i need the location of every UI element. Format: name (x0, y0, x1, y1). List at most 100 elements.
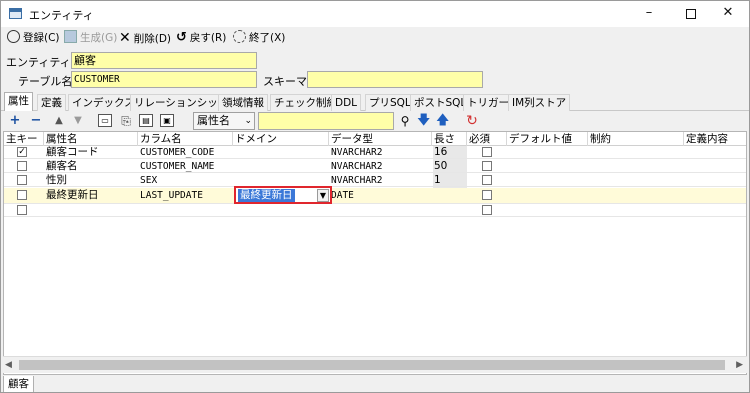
required-checkbox[interactable] (482, 205, 492, 215)
grid-toolbar: + − ▲ ▼ ▭ ⎘ ▤ ▣ 属性名 ⌄ ⚲ 🡇 🡅 ↻ (1, 111, 749, 131)
data-type-cell[interactable]: DATE (329, 189, 354, 202)
domain-select[interactable]: 最終更新日 ▼ (234, 186, 332, 204)
close-button[interactable]: ✕ (708, 4, 748, 24)
domain-select-value: 最終更新日 (238, 189, 295, 202)
window-title: エンティティ (29, 9, 94, 22)
length-cell[interactable]: 16 (432, 146, 447, 159)
entity-document-tab[interactable]: 顧客 (3, 376, 34, 392)
col-header-length[interactable]: 長さ (432, 132, 467, 146)
delete-label: 削除(D) (133, 33, 172, 45)
revert-button[interactable]: ↺ 戻す(R) (176, 29, 226, 47)
insert-row-icon[interactable]: ▭ (98, 114, 112, 127)
col-header-column-name[interactable]: カラム名 (138, 132, 233, 146)
domain-cell[interactable] (233, 204, 235, 217)
exit-button[interactable]: 終了(X) (233, 29, 285, 47)
remove-row-button[interactable]: − (29, 113, 43, 129)
move-down-button[interactable]: ▼ (72, 113, 84, 129)
undo-icon: ↺ (176, 30, 187, 45)
data-type-cell[interactable]: NVARCHAR2 (329, 146, 382, 159)
length-cell[interactable]: 50 (432, 160, 447, 173)
attribute-name-cell[interactable]: 顧客コード (44, 146, 99, 159)
length-cell[interactable] (432, 189, 434, 202)
chevron-down-icon[interactable]: ▼ (317, 189, 329, 202)
data-type-cell[interactable]: NVARCHAR2 (329, 174, 382, 187)
domain-cell[interactable] (233, 146, 235, 159)
schema-field[interactable] (307, 71, 483, 88)
scroll-left-icon[interactable]: ◀ (5, 360, 12, 370)
table-row[interactable] (4, 204, 746, 217)
table-row[interactable]: ✓ 顧客コード CUSTOMER_CODE NVARCHAR2 16 (4, 146, 746, 159)
generate-button[interactable]: 生成(G) (64, 29, 117, 47)
column-name-cell[interactable]: SEX (138, 174, 157, 187)
required-checkbox[interactable] (482, 161, 492, 171)
attribute-name-cell[interactable]: 最終更新日 (44, 189, 99, 202)
attribute-name-cell[interactable]: 性別 (44, 174, 67, 187)
pk-checkbox[interactable] (17, 190, 27, 200)
binoculars-icon[interactable]: ⚲ (398, 113, 412, 129)
domain-cell[interactable] (233, 160, 235, 173)
tab-ddl[interactable]: DDL (331, 94, 362, 111)
maximize-icon (686, 9, 696, 19)
tab-post-sql[interactable]: ポストSQL (410, 94, 471, 111)
required-checkbox[interactable] (482, 147, 492, 157)
search-field-select[interactable]: 属性名 ⌄ (193, 112, 255, 130)
required-checkbox[interactable] (482, 175, 492, 185)
column-name-cell[interactable]: CUSTOMER_CODE (138, 146, 214, 159)
search-up-icon[interactable]: 🡅 (436, 113, 449, 129)
col-header-default[interactable]: デフォルト値 (507, 132, 588, 146)
pk-checkbox[interactable] (17, 205, 27, 215)
length-cell[interactable] (432, 204, 434, 217)
tab-attributes[interactable]: 属性 (4, 92, 33, 112)
col-header-domain[interactable]: ドメイン (233, 132, 329, 146)
revert-label: 戻す(R) (189, 32, 227, 44)
register-button[interactable]: 登録(C) (7, 29, 60, 47)
col-header-required[interactable]: 必須 (467, 132, 507, 146)
tab-definition[interactable]: 定義 (37, 94, 66, 111)
tab-index[interactable]: インデックス (68, 94, 139, 111)
minimize-button[interactable]: – (629, 4, 669, 24)
data-type-cell[interactable]: NVARCHAR2 (329, 160, 382, 173)
move-up-button[interactable]: ▲ (53, 113, 65, 129)
table-row[interactable]: 顧客名 CUSTOMER_NAME NVARCHAR2 50 (4, 160, 746, 173)
col-header-attribute-name[interactable]: 属性名 (44, 132, 138, 146)
table-name-field[interactable]: CUSTOMER (71, 71, 257, 88)
length-cell[interactable]: 1 (432, 174, 441, 187)
main-toolbar: 登録(C) 生成(G) ✕ 削除(D) ↺ 戻す(R) 終了(X) (1, 27, 749, 49)
entity-window: エンティティ – ✕ 登録(C) 生成(G) ✕ 削除(D) ↺ 戻す(R) 終了(… (0, 0, 750, 393)
tab-storage[interactable]: 領域情報 (218, 94, 268, 111)
col-header-data-type[interactable]: データ型 (329, 132, 432, 146)
copy-icon[interactable]: ⎘ (119, 113, 133, 129)
pk-checkbox[interactable] (17, 175, 27, 185)
scroll-right-icon[interactable]: ▶ (736, 360, 743, 370)
table-row[interactable]: 性別 SEX NVARCHAR2 1 (4, 174, 746, 187)
column-name-cell[interactable]: LAST_UPDATE (138, 189, 203, 202)
col-header-definition[interactable]: 定義内容 (684, 132, 746, 146)
scrollbar-thumb[interactable] (19, 360, 725, 370)
data-type-cell[interactable] (329, 204, 331, 217)
document-icon[interactable]: ▤ (139, 114, 153, 127)
attribute-name-cell[interactable]: 顧客名 (44, 160, 78, 173)
pk-checkbox[interactable] (17, 161, 27, 171)
required-checkbox[interactable] (482, 190, 492, 200)
maximize-button[interactable] (671, 4, 711, 24)
column-name-cell[interactable]: CUSTOMER_NAME (138, 160, 214, 173)
col-header-constraint[interactable]: 制約 (588, 132, 684, 146)
tab-relationship[interactable]: リレーションシップ (130, 94, 233, 111)
schema-label: スキーマ (263, 75, 307, 88)
tab-pre-sql[interactable]: プリSQL (365, 94, 415, 111)
table-row-selected[interactable]: 最終更新日 LAST_UPDATE DATE (4, 188, 746, 204)
column-name-cell[interactable] (138, 204, 140, 217)
delete-button[interactable]: ✕ 削除(D) (119, 29, 171, 47)
search-input[interactable] (258, 112, 394, 130)
import-icon[interactable]: ▣ (160, 114, 174, 127)
horizontal-scrollbar[interactable]: ◀ ▶ (3, 356, 747, 373)
tab-trigger[interactable]: トリガー (463, 94, 513, 111)
add-row-button[interactable]: + (8, 113, 22, 129)
pk-checkbox[interactable]: ✓ (17, 147, 27, 157)
refresh-icon[interactable]: ↻ (465, 113, 479, 129)
col-header-pk[interactable]: 主キー (4, 132, 44, 146)
tab-im-column-store[interactable]: IM列ストア (508, 94, 571, 111)
search-down-icon[interactable]: 🡇 (417, 113, 430, 129)
attribute-name-cell[interactable] (44, 204, 46, 217)
entity-name-field[interactable]: 顧客 (71, 52, 257, 69)
